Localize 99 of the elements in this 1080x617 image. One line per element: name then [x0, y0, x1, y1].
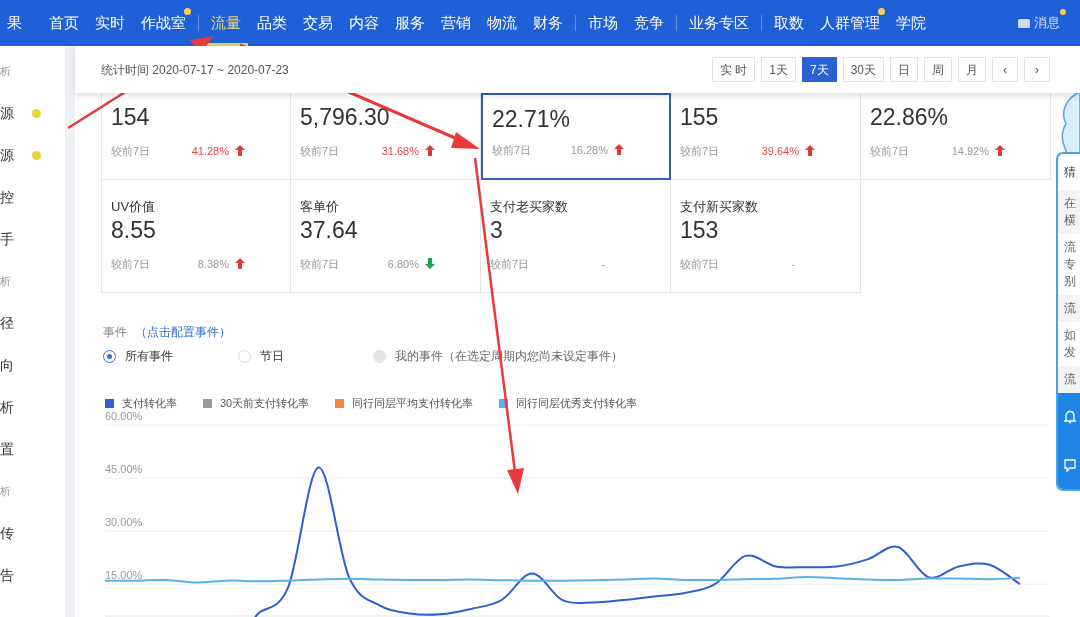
- nav-tab[interactable]: 营销: [434, 0, 478, 46]
- legend-label: 支付转化率: [122, 396, 177, 411]
- bell-icon[interactable]: [1064, 410, 1076, 425]
- panel-item[interactable]: 流: [1058, 295, 1080, 322]
- metric-label: UV价值: [111, 198, 157, 216]
- change-value: 14.92%: [951, 143, 989, 159]
- metric-card[interactable]: 支付新买家数 153 较前7日 -: [671, 180, 861, 293]
- chat-icon[interactable]: [1064, 458, 1076, 472]
- metric-value: 155: [680, 103, 720, 131]
- sidebar-item[interactable]: 径: [0, 312, 14, 334]
- sidebar-item[interactable]: 传: [0, 522, 14, 544]
- change-value: 39.64%: [761, 143, 799, 159]
- metric-value: 22.86%: [870, 103, 949, 131]
- legend-label: 同行同层优秀支付转化率: [516, 396, 638, 411]
- metric-card[interactable]: 支付老买家数 3 较前7日 -: [481, 180, 671, 293]
- change-value: -: [601, 256, 605, 272]
- nav-tab[interactable]: 服务: [388, 0, 432, 46]
- period-button[interactable]: ‹: [992, 57, 1018, 82]
- sidebar-section-title: 析: [0, 273, 11, 289]
- panel-item[interactable]: 在 横: [1058, 190, 1080, 234]
- period-button[interactable]: 月: [958, 57, 986, 82]
- metric-card[interactable]: 22.86% 较前7日 14.92%: [861, 93, 1051, 180]
- nav-tab[interactable]: 内容: [342, 0, 386, 46]
- events-label: 事件: [103, 324, 127, 341]
- period-button[interactable]: 30天: [842, 57, 884, 82]
- nav-tab[interactable]: 学院: [889, 0, 933, 46]
- sidebar-section-title: 析: [0, 63, 11, 79]
- messages-button[interactable]: 消息: [1018, 13, 1066, 33]
- compare-label: 较前7日: [490, 256, 530, 272]
- nav-tab[interactable]: 果: [0, 0, 29, 46]
- legend-label: 30天前支付转化率: [220, 396, 310, 411]
- metric-value: 8.55: [111, 216, 157, 244]
- axis-tick-label: 60.00%: [105, 411, 143, 422]
- sidebar-item[interactable]: 告: [0, 564, 14, 586]
- sidebar-item[interactable]: 源: [0, 144, 14, 166]
- nav-tab[interactable]: 竞争: [627, 0, 671, 46]
- metric-card[interactable]: 客单价 37.64 较前7日 6.80%: [291, 180, 481, 293]
- compare-label: 较前7日: [111, 143, 151, 159]
- compare-label: 较前7日: [300, 143, 340, 159]
- sidebar-item[interactable]: 控: [0, 186, 14, 208]
- period-button[interactable]: 实 时: [711, 57, 756, 82]
- compare-label: 较前7日: [300, 256, 340, 272]
- nav-tab[interactable]: 品类: [250, 0, 294, 46]
- nav-tab[interactable]: 交易: [296, 0, 340, 46]
- change-value: 6.80%: [387, 256, 419, 272]
- period-button[interactable]: 7天: [801, 57, 837, 82]
- metric-value: 153: [680, 216, 720, 244]
- metric-label: 支付新买家数: [680, 198, 759, 216]
- axis-tick-label: 30.00%: [105, 515, 143, 528]
- metric-value: 37.64: [300, 216, 359, 244]
- period-button[interactable]: ›: [1024, 57, 1050, 82]
- compare-label: 较前7日: [870, 143, 910, 159]
- nav-tab[interactable]: 财务: [526, 0, 570, 46]
- compare-label: 较前7日: [680, 143, 720, 159]
- change-value: 41.28%: [191, 143, 229, 159]
- nav-tab[interactable]: 实时: [88, 0, 132, 46]
- sidebar-item[interactable]: 手: [0, 228, 14, 250]
- period-button[interactable]: 日: [890, 57, 918, 82]
- mail-icon: [1018, 18, 1030, 28]
- radio-label: 所有事件: [125, 348, 173, 365]
- nav-tab[interactable]: 首页: [42, 0, 86, 46]
- legend-label: 同行同层平均支付转化率: [352, 396, 474, 411]
- nav-tab[interactable]: 物流: [480, 0, 524, 46]
- metric-label: 客单价: [300, 198, 340, 216]
- sidebar-section-title: 析: [0, 483, 11, 499]
- change-value: -: [791, 256, 795, 272]
- sidebar-item[interactable]: 向: [0, 354, 14, 376]
- metric-card[interactable]: 154 较前7日 41.28%: [101, 93, 291, 180]
- metric-value: 5,796.30: [300, 103, 391, 131]
- nav-tab[interactable]: 人群管理: [813, 0, 887, 46]
- metric-value: 154: [111, 103, 151, 131]
- change-value: 8.38%: [197, 256, 229, 272]
- configure-events-link[interactable]: （点击配置事件）: [135, 323, 231, 341]
- nav-tab[interactable]: 业务专区: [682, 0, 756, 46]
- compare-label: 较前7日: [680, 256, 720, 272]
- nav-tab[interactable]: 取数: [767, 0, 811, 46]
- axis-tick-label: 15.00%: [105, 568, 143, 581]
- compare-label: 较前7日: [111, 256, 151, 272]
- metric-label: 支付老买家数: [490, 198, 569, 216]
- axis-tick-label: 45.00%: [105, 462, 143, 475]
- date-range-text: 统计时间 2020-07-17 ~ 2020-07-23: [101, 61, 289, 79]
- panel-title: 猜: [1063, 164, 1077, 181]
- compare-label: 较前7日: [492, 142, 532, 158]
- panel-item[interactable]: 流: [1058, 366, 1080, 393]
- sidebar-item[interactable]: 析: [0, 396, 14, 418]
- radio-label: 节日: [260, 348, 284, 365]
- metric-card[interactable]: UV价值 8.55 较前7日 8.38%: [101, 180, 291, 293]
- metric-value: 22.71%: [492, 105, 571, 133]
- metric-value: 3: [490, 216, 504, 244]
- change-value: 31.68%: [381, 143, 419, 159]
- sidebar-item[interactable]: 源: [0, 102, 14, 124]
- period-button[interactable]: 1天: [761, 57, 796, 82]
- sidebar-item[interactable]: 置: [0, 438, 14, 460]
- metric-card[interactable]: 22.71% 较前7日 16.28%: [481, 93, 671, 180]
- radio-button[interactable]: [103, 349, 116, 363]
- metric-card[interactable]: 155 较前7日 39.64%: [671, 93, 861, 180]
- nav-tab[interactable]: 市场: [581, 0, 625, 46]
- change-value: 16.28%: [570, 142, 608, 158]
- period-button[interactable]: 周: [924, 57, 952, 82]
